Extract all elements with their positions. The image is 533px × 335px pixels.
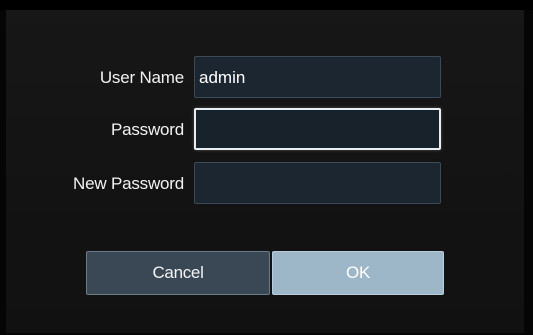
new-password-label: New Password xyxy=(73,174,184,193)
password-field[interactable] xyxy=(194,108,441,150)
password-label: Password xyxy=(110,120,184,139)
user-name-row: User Name admin xyxy=(6,56,524,100)
user-name-field[interactable]: admin xyxy=(194,56,441,98)
screen-bezel xyxy=(0,0,533,10)
user-name-label: User Name xyxy=(99,68,184,87)
ok-button[interactable]: OK xyxy=(272,251,444,295)
login-dialog: User Name admin Password New Password Ca… xyxy=(6,10,524,333)
new-password-field[interactable] xyxy=(194,162,441,204)
cancel-button[interactable]: Cancel xyxy=(86,251,270,295)
password-row: Password xyxy=(6,108,524,152)
new-password-row: New Password xyxy=(6,162,524,206)
